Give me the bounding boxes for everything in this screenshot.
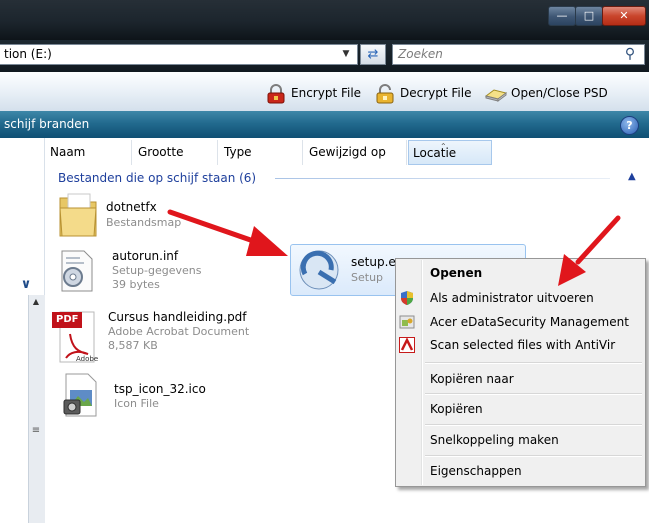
collapse-group-icon[interactable]: ▲ <box>628 171 636 182</box>
column-header-label: Naam <box>50 145 86 159</box>
column-header-label: Type <box>224 145 252 159</box>
file-size: 8,587 KB <box>108 339 158 352</box>
address-bar[interactable]: tion (E:) <box>0 44 358 65</box>
file-type: Icon File <box>114 397 159 410</box>
menu-item-run-as-admin[interactable]: Als administrator uitvoeren <box>430 288 594 308</box>
close-icon: ✕ <box>619 9 629 22</box>
scroll-up-arrow-icon[interactable]: ▲ <box>30 297 42 309</box>
file-size: 39 bytes <box>112 278 160 291</box>
minimize-button[interactable]: — <box>548 6 576 26</box>
file-type: Bestandsmap <box>106 216 182 229</box>
decrypt-file-button[interactable]: Decrypt File <box>374 82 471 104</box>
navigation-scrollbar[interactable] <box>28 295 45 523</box>
burn-bar-label: schijf branden <box>4 117 90 131</box>
encrypt-file-label: Encrypt File <box>291 86 362 100</box>
file-type: Setup <box>351 271 384 284</box>
column-header-gewijzigd-op[interactable]: Gewijzigd op <box>305 140 407 165</box>
file-type: Setup-gegevens <box>112 264 202 277</box>
menu-item-eigenschappen[interactable]: Eigenschappen <box>430 461 522 481</box>
menu-item-label: Kopiëren naar <box>430 372 514 386</box>
menu-separator <box>425 455 642 457</box>
edatasecurity-icon <box>399 315 415 329</box>
search-placeholder: Zoeken <box>398 47 443 61</box>
column-header-type[interactable]: Type <box>220 140 303 165</box>
file-item-cursus-pdf[interactable]: PDF Adobe Cursus handleiding.pdf Adobe A… <box>52 306 272 366</box>
maximize-icon: □ <box>583 9 595 22</box>
menu-item-label: Eigenschappen <box>430 464 522 478</box>
file-type: Adobe Acrobat Document <box>108 325 250 338</box>
menu-item-label: Scan selected files with AntiVir <box>430 338 616 352</box>
group-divider <box>275 178 610 179</box>
menu-item-scan-antivir[interactable]: Scan selected files with AntiVir <box>430 335 615 355</box>
file-name: autorun.inf <box>112 249 179 263</box>
burn-bar[interactable]: schijf branden <box>0 111 649 138</box>
file-name: Cursus handleiding.pdf <box>108 310 247 324</box>
address-dropdown-icon[interactable]: ▼ <box>338 46 354 62</box>
encrypt-file-button[interactable]: Encrypt File <box>265 82 361 104</box>
refresh-icon: ⇄ <box>367 47 379 62</box>
close-button[interactable]: ✕ <box>602 6 646 26</box>
help-icon: ? <box>626 119 633 132</box>
file-item-tsp-icon[interactable]: tsp_icon_32.ico Icon File <box>62 370 262 422</box>
refresh-button[interactable]: ⇄ <box>360 44 386 65</box>
lock-icon <box>267 83 285 103</box>
file-name: tsp_icon_32.ico <box>114 382 206 396</box>
search-input[interactable]: Zoeken <box>392 44 645 65</box>
group-header-label: Bestanden die op schijf staan (6) <box>58 171 257 185</box>
menu-item-snelkoppeling-maken[interactable]: Snelkoppeling maken <box>430 430 559 450</box>
menu-item-label: Acer eDataSecurity Management <box>430 315 629 329</box>
menu-separator <box>425 362 642 364</box>
sort-arrow-icon: ⌃ <box>440 142 447 151</box>
menu-item-label: Openen <box>430 266 483 280</box>
folder-icon <box>59 193 97 237</box>
open-close-psd-button[interactable]: Open/Close PSD <box>485 82 608 104</box>
column-header-label: Gewijzigd op <box>309 145 386 159</box>
menu-item-openen[interactable]: Openen <box>430 263 482 283</box>
menu-item-kopieren[interactable]: Kopiëren <box>430 399 483 419</box>
unlock-icon <box>376 83 394 103</box>
menu-item-label: Snelkoppeling maken <box>430 433 559 447</box>
search-icon[interactable]: ⚲ <box>620 45 640 63</box>
help-button[interactable]: ? <box>620 116 639 135</box>
file-item-dotnetfx[interactable]: dotnetfx Bestandsmap <box>56 190 256 242</box>
scroll-grip-icon[interactable]: ≡ <box>30 425 42 439</box>
menu-item-label: Kopiëren <box>430 402 483 416</box>
drive-icon <box>485 88 507 102</box>
group-header[interactable]: Bestanden die op schijf staan (6) <box>58 170 256 186</box>
column-header-locatie[interactable]: Locatie <box>408 140 492 165</box>
file-item-autorun[interactable]: autorun.inf Setup-gegevens 39 bytes <box>54 245 254 295</box>
menu-item-acer-edatasecurity[interactable]: Acer eDataSecurity Management <box>430 312 629 332</box>
maximize-button[interactable]: □ <box>575 6 603 26</box>
file-name: setup.e <box>351 255 396 269</box>
pdf-badge-label: PDF <box>56 314 79 325</box>
file-name: dotnetfx <box>106 200 157 214</box>
column-header-label: Grootte <box>138 145 184 159</box>
menu-separator <box>425 393 642 395</box>
antivir-icon <box>399 337 415 353</box>
image-file-icon <box>63 373 97 417</box>
settings-file-icon <box>61 250 93 292</box>
column-header-label: Locatie <box>413 146 457 160</box>
menu-item-label: Als administrator uitvoeren <box>430 291 594 305</box>
address-text: tion (E:) <box>4 47 52 61</box>
column-header-naam[interactable]: Naam <box>46 140 132 165</box>
context-menu-gutter <box>421 260 423 485</box>
decrypt-file-label: Decrypt File <box>400 86 472 100</box>
minimize-icon: — <box>556 9 568 22</box>
setup-icon <box>299 250 339 290</box>
chevron-down-icon[interactable]: ∨ <box>16 277 36 292</box>
pdf-brand-label: Adobe <box>76 355 99 363</box>
open-close-psd-label: Open/Close PSD <box>511 86 608 100</box>
column-header-grootte[interactable]: Grootte <box>134 140 218 165</box>
uac-shield-icon <box>401 291 413 305</box>
menu-item-kopieren-naar[interactable]: Kopiëren naar <box>430 369 514 389</box>
menu-separator <box>425 424 642 426</box>
